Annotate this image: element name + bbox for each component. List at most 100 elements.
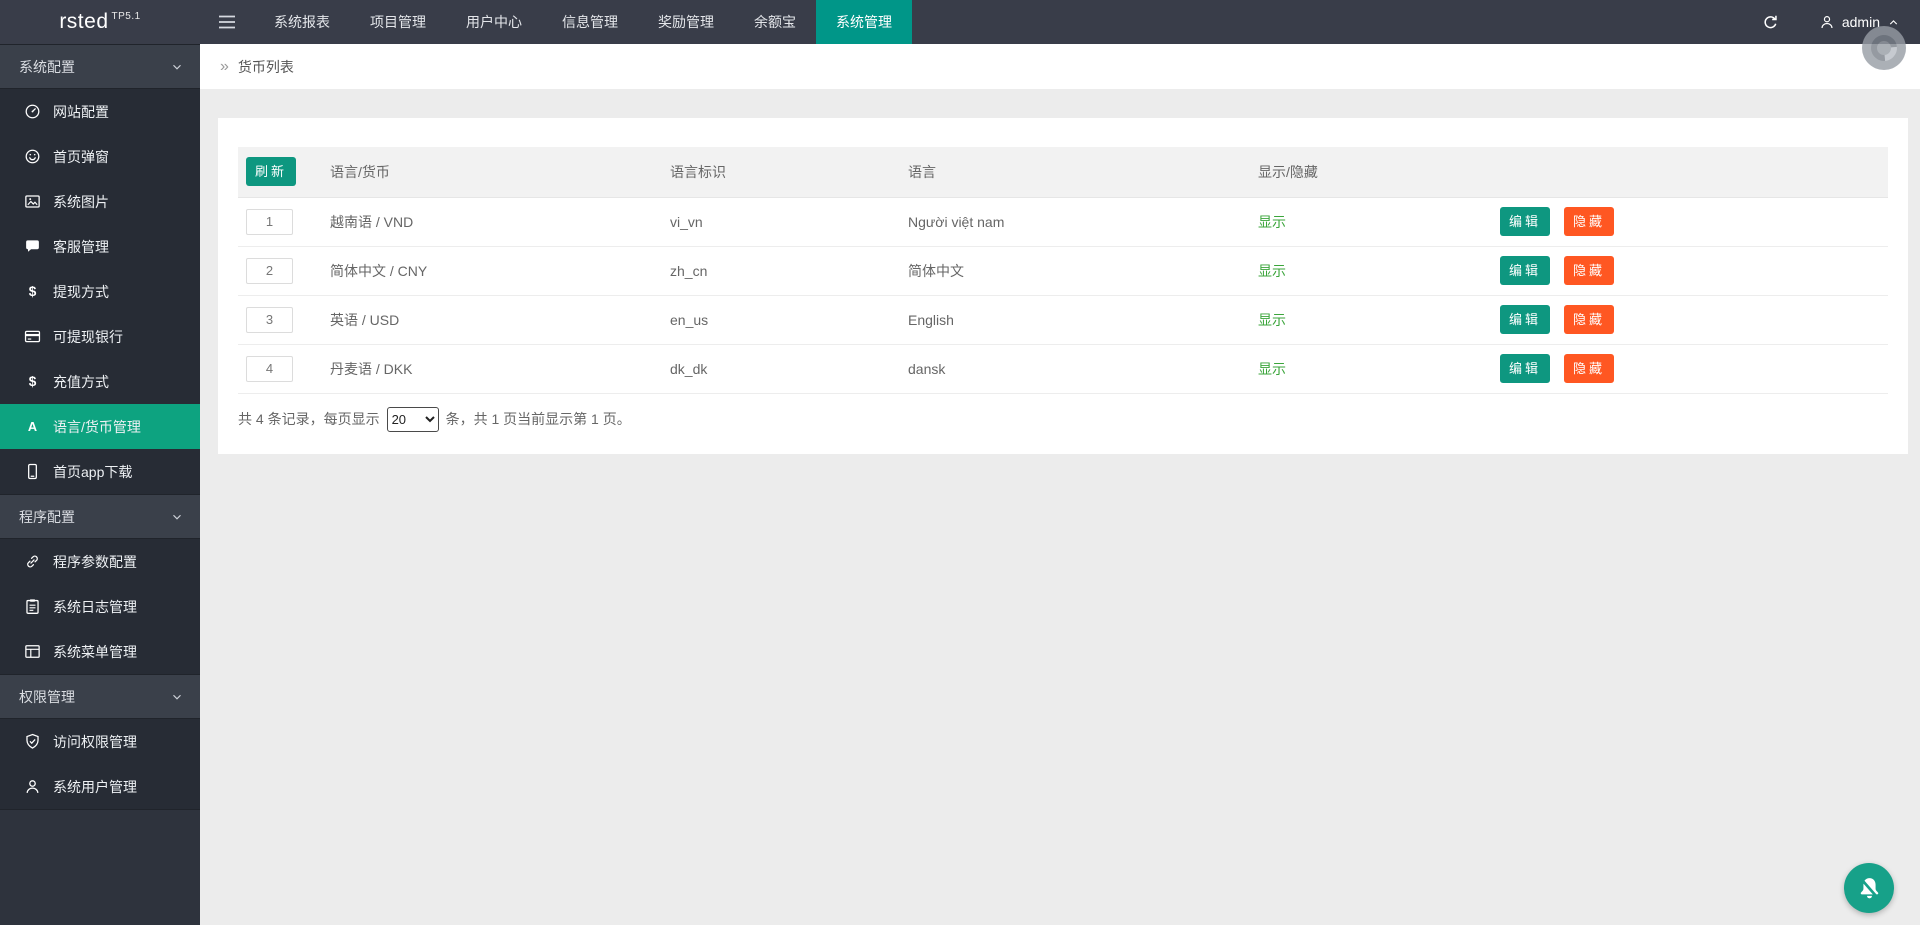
row-actions: 编辑隐藏	[1500, 305, 1880, 334]
main-content: » 货币列表 刷新 语言/货币 语言标识 语言 显示/隐藏 越南语 / VN	[200, 44, 1920, 925]
nav-tab[interactable]: 信息管理	[542, 0, 638, 44]
edit-button[interactable]: 编辑	[1500, 305, 1550, 334]
svg-text:A: A	[27, 419, 36, 434]
image-icon	[23, 193, 41, 210]
hide-button[interactable]: 隐藏	[1564, 305, 1614, 334]
sidebar-item[interactable]: 系统日志管理	[0, 584, 200, 629]
refresh-button[interactable]: 刷新	[246, 157, 296, 186]
edit-button[interactable]: 编辑	[1500, 354, 1550, 383]
sort-order-input[interactable]	[246, 356, 293, 382]
sidebar-section-label: 权限管理	[19, 687, 75, 707]
user-icon	[1819, 14, 1835, 30]
sidebar-item[interactable]: 访问权限管理	[0, 719, 200, 764]
menu-grid-icon	[23, 643, 41, 660]
sidebar-item-label: 系统用户管理	[53, 777, 137, 797]
page-size-select[interactable]: 20	[387, 407, 439, 432]
refresh-page-button[interactable]	[1749, 0, 1793, 44]
watermark-circle-icon	[1862, 26, 1906, 70]
column-header-visibility: 显示/隐藏	[1250, 147, 1492, 197]
page-title: 货币列表	[238, 57, 294, 77]
sidebar-section-header[interactable]: 系统配置	[0, 44, 200, 89]
svg-text:$: $	[28, 284, 36, 299]
sidebar-item[interactable]: 网站配置	[0, 89, 200, 134]
user-icon	[23, 778, 41, 795]
hide-button[interactable]: 隐藏	[1564, 354, 1614, 383]
sidebar-item-label: 客服管理	[53, 237, 109, 257]
brand-version: TP5.1	[112, 11, 141, 22]
currency-table: 刷新 语言/货币 语言标识 语言 显示/隐藏 越南语 / VNDvi_vnNgư…	[238, 147, 1888, 394]
sidebar-item[interactable]: 系统图片	[0, 179, 200, 224]
edit-button[interactable]: 编辑	[1500, 207, 1550, 236]
currency-list-card: 刷新 语言/货币 语言标识 语言 显示/隐藏 越南语 / VNDvi_vnNgư…	[218, 118, 1908, 454]
hide-button[interactable]: 隐藏	[1564, 207, 1614, 236]
sidebar-item-label: 首页app下载	[53, 462, 132, 482]
table-row: 英语 / USDen_usEnglish 显示 编辑隐藏	[238, 295, 1888, 344]
sidebar-section-header[interactable]: 权限管理	[0, 674, 200, 719]
nav-tab[interactable]: 余额宝	[734, 0, 816, 44]
sidebar-item-label: 语言/货币管理	[53, 417, 141, 437]
sidebar-item[interactable]: 程序参数配置	[0, 539, 200, 584]
chat-icon	[23, 238, 41, 255]
sidebar-item[interactable]: 系统菜单管理	[0, 629, 200, 674]
bankcard-icon	[23, 328, 41, 345]
edit-button[interactable]: 编辑	[1500, 256, 1550, 285]
sidebar-item[interactable]: 首页app下载	[0, 449, 200, 494]
sidebar-item[interactable]: $充值方式	[0, 359, 200, 404]
language-icon: A	[23, 418, 41, 435]
sidebar-item[interactable]: 客服管理	[0, 224, 200, 269]
sidebar-item[interactable]: A 语言/货币管理	[0, 404, 200, 449]
cell-currency: 英语 / USD	[322, 295, 662, 344]
sidebar-section-header[interactable]: 程序配置	[0, 494, 200, 539]
table-header-row: 刷新 语言/货币 语言标识 语言 显示/隐藏	[238, 147, 1888, 197]
sidebar-item-label: 首页弹窗	[53, 147, 109, 167]
status-toggle[interactable]: 显示	[1258, 312, 1286, 328]
sidebar-item[interactable]: 系统用户管理	[0, 764, 200, 809]
nav-tab[interactable]: 系统报表	[254, 0, 350, 44]
column-header-currency: 语言/货币	[322, 147, 662, 197]
log-icon	[23, 598, 41, 615]
pagination-bar: 共 4 条记录，每页显示 20 条，共 1 页当前显示第 1 页。	[238, 407, 1888, 432]
sidebar-item-label: 提现方式	[53, 282, 109, 302]
sidebar-item-label: 访问权限管理	[53, 732, 137, 752]
sidebar-item-label: 系统图片	[53, 192, 109, 212]
sidebar-item[interactable]: 首页弹窗	[0, 134, 200, 179]
sidebar-section-label: 系统配置	[19, 57, 75, 77]
nav-tabs: 系统报表项目管理用户中心信息管理奖励管理余额宝系统管理	[254, 0, 912, 44]
nav-tab[interactable]: 系统管理	[816, 0, 912, 44]
sidebar-item[interactable]: $ 提现方式	[0, 269, 200, 314]
row-actions: 编辑隐藏	[1500, 354, 1880, 383]
breadcrumb: » 货币列表	[200, 44, 1920, 89]
cell-code: zh_cn	[662, 246, 900, 295]
status-toggle[interactable]: 显示	[1258, 214, 1286, 230]
sort-order-input[interactable]	[246, 258, 293, 284]
notification-mute-button[interactable]	[1844, 863, 1894, 913]
table-row: 丹麦语 / DKKdk_dkdansk显示编辑隐藏	[238, 344, 1888, 393]
link-icon	[23, 553, 41, 570]
nav-tab[interactable]: 用户中心	[446, 0, 542, 44]
cell-code: dk_dk	[662, 344, 900, 393]
gauge-icon	[23, 103, 41, 120]
hide-button[interactable]: 隐藏	[1564, 256, 1614, 285]
sidebar-item[interactable]: 可提现银行	[0, 314, 200, 359]
nav-tab[interactable]: 项目管理	[350, 0, 446, 44]
sidebar-item-label: 系统菜单管理	[53, 642, 137, 662]
refresh-icon	[1762, 14, 1779, 31]
sidebar-filler	[0, 809, 200, 925]
column-header-actions	[1492, 147, 1888, 197]
sidebar: 系统配置网站配置首页弹窗系统图片客服管理 $ 提现方式可提现银行 $充值方式 A 语言/货…	[0, 44, 200, 925]
status-toggle[interactable]: 显示	[1258, 263, 1286, 279]
sidebar-item-label: 可提现银行	[53, 327, 123, 347]
brand-name: rsted	[59, 10, 108, 34]
sidebar-item-label: 系统日志管理	[53, 597, 137, 617]
sort-order-input[interactable]	[246, 307, 293, 333]
breadcrumb-separator-icon: »	[220, 58, 229, 76]
bell-off-icon	[1856, 875, 1883, 902]
cell-code: en_us	[662, 295, 900, 344]
nav-tab[interactable]: 奖励管理	[638, 0, 734, 44]
status-toggle[interactable]: 显示	[1258, 361, 1286, 377]
hamburger-icon	[218, 15, 236, 29]
top-navbar: rsted TP5.1 系统报表项目管理用户中心信息管理奖励管理余额宝系统管理 …	[0, 0, 1920, 44]
sort-order-input[interactable]	[246, 209, 293, 235]
hamburger-button[interactable]	[200, 0, 254, 44]
cell-language: English	[900, 295, 1250, 344]
